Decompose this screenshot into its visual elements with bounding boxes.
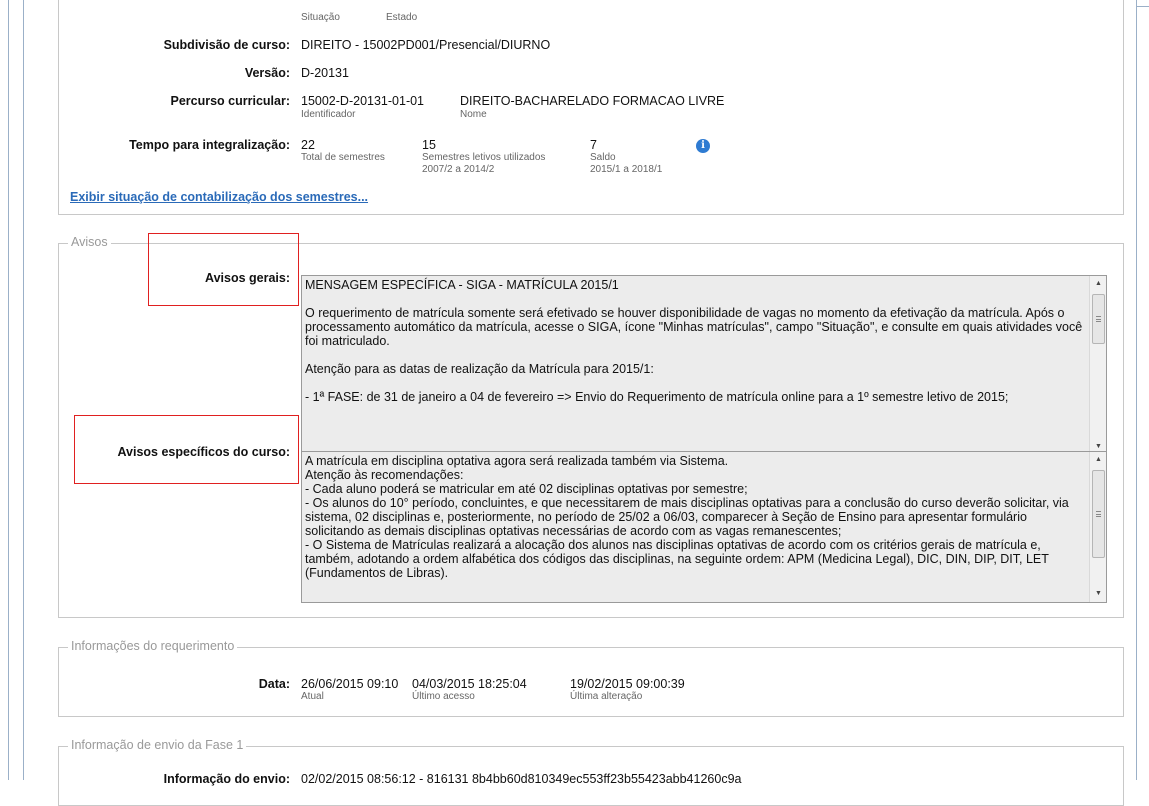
avisos-gerais-textarea[interactable]: MENSAGEM ESPECÍFICA - SIGA - MATRÍCULA 2…: [301, 275, 1107, 456]
scroll-up-icon[interactable]: ▲: [1090, 452, 1106, 468]
page-frame-top-right: [1136, 6, 1149, 7]
tempo-total: 22: [301, 138, 315, 152]
percurso-nome-caption: Nome: [460, 109, 487, 120]
tempo-saldo-caption: Saldo: [590, 152, 616, 163]
exibir-semestres-link[interactable]: Exibir situação de contabilização dos se…: [70, 190, 368, 204]
scroll-thumb[interactable]: [1092, 470, 1105, 558]
info-icon[interactable]: i: [696, 139, 710, 153]
situacao-caption: Situação: [301, 12, 340, 23]
avisos-especificos-scrollbar[interactable]: ▲ ▼: [1089, 452, 1106, 602]
percurso-nome: DIREITO-BACHARELADO FORMACAO LIVRE: [460, 94, 725, 108]
tempo-usados-range: 2007/2 a 2014/2: [422, 164, 495, 175]
percurso-label: Percurso curricular:: [170, 94, 291, 108]
data-atual-caption: Atual: [301, 691, 324, 702]
avisos-gerais-text: MENSAGEM ESPECÍFICA - SIGA - MATRÍCULA 2…: [305, 278, 1083, 404]
scroll-down-icon[interactable]: ▼: [1090, 586, 1106, 602]
avisos-legend: Avisos: [68, 235, 111, 249]
data-ultimo-acesso-caption: Último acesso: [412, 691, 475, 702]
percurso-id-caption: Identificador: [301, 109, 356, 120]
tempo-saldo: 7: [590, 138, 597, 152]
envio-legend: Informação de envio da Fase 1: [68, 738, 247, 752]
avisos-especificos-label: Avisos específicos do curso:: [117, 445, 290, 459]
versao-label: Versão:: [244, 66, 290, 80]
tempo-label: Tempo para integralização:: [129, 138, 290, 152]
data-ultimo-acesso: 04/03/2015 18:25:04: [412, 677, 527, 691]
envio-value: 02/02/2015 08:56:12 - 816131 8b4bb60d810…: [301, 772, 742, 786]
versao-value: D-20131: [301, 66, 349, 80]
envio-label: Informação do envio:: [163, 772, 290, 786]
data-label: Data:: [258, 677, 290, 691]
tempo-usados: 15: [422, 138, 436, 152]
avisos-especificos-text: A matrícula em disciplina optativa agora…: [305, 454, 1069, 580]
subdivisao-value: DIREITO - 15002PD001/Presencial/DIURNO: [301, 38, 551, 52]
tempo-saldo-range: 2015/1 a 2018/1: [590, 164, 663, 175]
subdivisao-label: Subdivisão de curso:: [163, 38, 290, 52]
avisos-gerais-scrollbar[interactable]: ▲ ▼: [1089, 276, 1106, 455]
data-atual: 26/06/2015 09:10: [301, 677, 399, 691]
avisos-gerais-highlight: [148, 233, 299, 306]
avisos-especificos-textarea[interactable]: A matrícula em disciplina optativa agora…: [301, 451, 1107, 603]
tempo-usados-caption: Semestres letivos utilizados: [422, 152, 546, 163]
estado-caption: Estado: [386, 12, 418, 23]
scroll-up-icon[interactable]: ▲: [1090, 276, 1106, 292]
page-frame-left-outer: [8, 0, 9, 780]
data-ultima-alteracao-caption: Última alteração: [570, 691, 643, 702]
page-frame-right: [1136, 0, 1137, 780]
data-ultima-alteracao: 19/02/2015 09:00:39: [570, 677, 685, 691]
requerimento-legend: Informações do requerimento: [68, 639, 238, 653]
percurso-id: 15002-D-20131-01-01: [301, 94, 425, 108]
scroll-thumb[interactable]: [1092, 294, 1105, 344]
avisos-gerais-label: Avisos gerais:: [205, 271, 290, 285]
page-frame-left-inner: [23, 0, 24, 780]
tempo-total-caption: Total de semestres: [301, 152, 385, 163]
